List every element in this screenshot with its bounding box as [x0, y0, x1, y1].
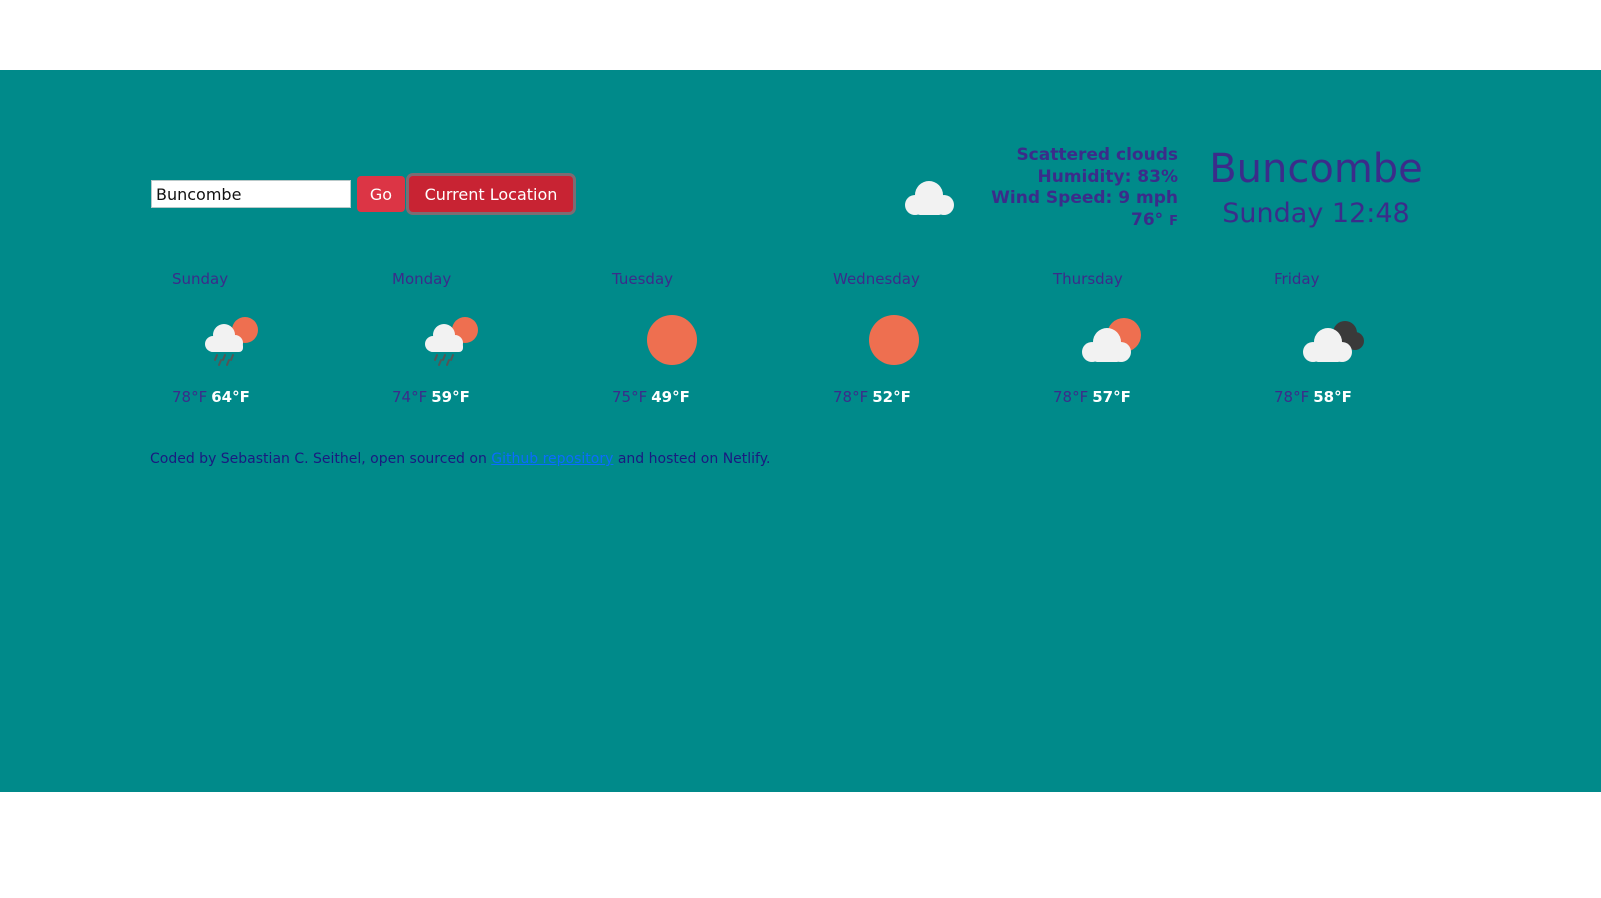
forecast-min-temp: 52°F: [872, 388, 911, 406]
forecast-day: Wednesday 78°F 52°F: [811, 270, 1011, 420]
current-conditions: Scattered clouds Humidity: 83% Wind Spee…: [955, 145, 1178, 232]
footer-credits: Coded by Sebastian C. Seithel, open sour…: [150, 450, 770, 468]
forecast-day: Friday 78°F 58°F: [1252, 270, 1452, 420]
forecast-max-temp: 78°F: [172, 388, 208, 406]
cloud-sun-icon: [1082, 318, 1141, 362]
forecast-day-name: Tuesday: [612, 270, 674, 288]
forecast-day-name: Sunday: [172, 270, 229, 288]
temperature-value: 76°: [1131, 209, 1164, 230]
forecast-min-temp: 59°F: [431, 388, 470, 406]
city-name: Buncombe: [1209, 146, 1423, 192]
forecast-day-name: Thursday: [1053, 270, 1123, 288]
forecast-day: Sunday 78°F 64°F: [150, 270, 350, 420]
forecast-max-temp: 78°F: [833, 388, 869, 406]
city-search-input[interactable]: [151, 180, 351, 208]
forecast-day-name: Wednesday: [833, 270, 920, 288]
weather-description: Scattered clouds: [1016, 145, 1178, 165]
forecast-temps: 74°F 59°F: [392, 388, 470, 406]
rain-sun-icon: [425, 317, 478, 366]
forecast-min-temp: 49°F: [651, 388, 690, 406]
forecast-min-temp: 64°F: [211, 388, 250, 406]
forecast-max-temp: 78°F: [1274, 388, 1310, 406]
footer-suffix: and hosted on Netlify.: [617, 451, 771, 467]
search-form: Go Current Location: [151, 176, 573, 212]
cloudy-icon: [1303, 321, 1364, 362]
current-location-button[interactable]: Current Location: [409, 176, 573, 212]
forecast-temps: 78°F 57°F: [1053, 388, 1131, 406]
forecast-min-temp: 58°F: [1313, 388, 1352, 406]
forecast-max-temp: 74°F: [392, 388, 428, 406]
forecast-temps: 75°F 49°F: [612, 388, 690, 406]
forecast-temps: 78°F 58°F: [1274, 388, 1352, 406]
sun-icon: [869, 315, 919, 365]
wind-speed-value: Wind Speed: 9 mph: [991, 188, 1178, 208]
forecast-day-name: Friday: [1274, 270, 1320, 288]
forecast-day: Tuesday 75°F 49°F: [590, 270, 790, 420]
go-button[interactable]: Go: [357, 176, 405, 212]
rain-sun-icon: [205, 317, 258, 366]
forecast-max-temp: 75°F: [612, 388, 648, 406]
current-temperature: 76° F: [955, 210, 1178, 233]
sun-icon: [647, 315, 697, 365]
forecast-max-temp: 78°F: [1053, 388, 1089, 406]
temperature-unit: F: [1169, 213, 1178, 229]
forecast-day-name: Monday: [392, 270, 452, 288]
cloud-icon: [905, 181, 954, 215]
app-panel: Go Current Location Scattered clouds Hum…: [0, 70, 1601, 792]
footer-prefix: Coded by Sebastian C. Seithel, open sour…: [150, 451, 487, 467]
forecast-min-temp: 57°F: [1092, 388, 1131, 406]
forecast-day: Thursday 78°F 57°F: [1031, 270, 1231, 420]
forecast-temps: 78°F 64°F: [172, 388, 250, 406]
forecast-temps: 78°F 52°F: [833, 388, 911, 406]
github-repository-link[interactable]: Github repository: [491, 451, 613, 467]
forecast-day: Monday 74°F 59°F: [370, 270, 570, 420]
humidity-value: Humidity: 83%: [1037, 166, 1178, 187]
date-time: Sunday 12:48: [1222, 198, 1410, 229]
